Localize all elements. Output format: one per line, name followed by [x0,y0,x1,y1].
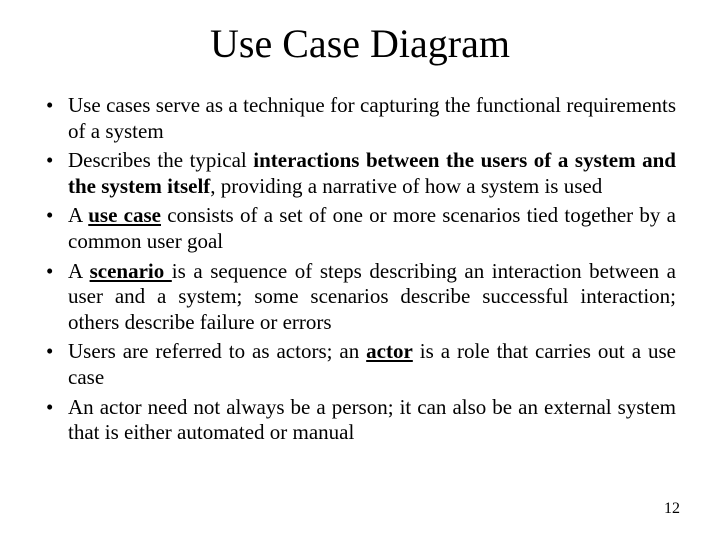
bullet-text: Use cases serve as a technique for captu… [68,93,676,143]
bullet-text: A [68,259,90,283]
bullet-item: Describes the typical interactions betwe… [44,148,676,199]
bullet-text-bold-underline: actor [366,339,413,363]
bullet-item: A use case consists of a set of one or m… [44,203,676,254]
bullet-list: Use cases serve as a technique for captu… [38,93,682,446]
bullet-text: An actor need not always be a person; it… [68,395,676,445]
bullet-text-bold-underline: use case [88,203,161,227]
slide-title: Use Case Diagram [38,20,682,67]
bullet-item: Use cases serve as a technique for captu… [44,93,676,144]
bullet-text: Users are referred to as actors; an [68,339,366,363]
bullet-item: A scenario is a sequence of steps descri… [44,259,676,336]
bullet-text: , providing a narrative of how a system … [210,174,602,198]
bullet-text: A [68,203,88,227]
bullet-text-bold-underline: scenario [90,259,172,283]
bullet-item: An actor need not always be a person; it… [44,395,676,446]
slide: Use Case Diagram Use cases serve as a te… [0,0,720,540]
bullet-text: Describes the typical [68,148,253,172]
bullet-item: Users are referred to as actors; an acto… [44,339,676,390]
page-number: 12 [664,500,680,518]
